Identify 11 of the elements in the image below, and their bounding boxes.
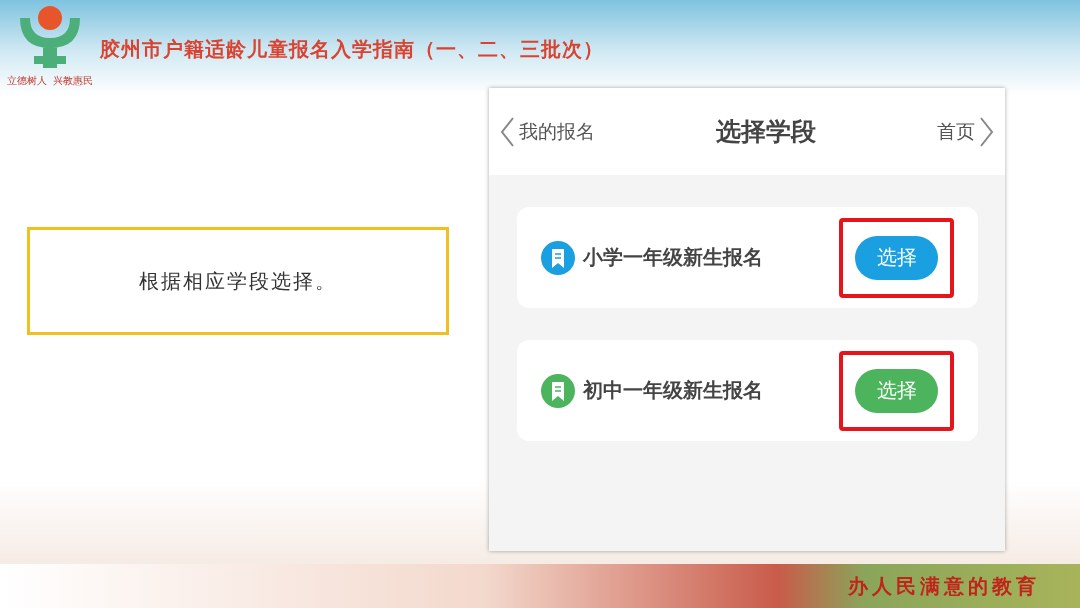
chevron-right-icon	[979, 115, 995, 148]
page-heading: 选择学段	[716, 116, 816, 148]
option-label: 小学一年级新生报名	[583, 244, 763, 271]
chevron-left-icon	[499, 115, 515, 148]
note-box: 根据相应学段选择。	[27, 227, 449, 335]
logo-motto: 立德树人 兴教惠民	[6, 74, 94, 88]
slogan-text: 办人民满意的教育	[848, 572, 1040, 600]
back-link[interactable]: 我的报名	[499, 115, 595, 148]
home-link[interactable]: 首页	[937, 115, 995, 148]
slide-title: 胶州市户籍适龄儿童报名入学指南（一、二、三批次）	[100, 36, 604, 63]
option-label: 初中一年级新生报名	[583, 377, 763, 404]
